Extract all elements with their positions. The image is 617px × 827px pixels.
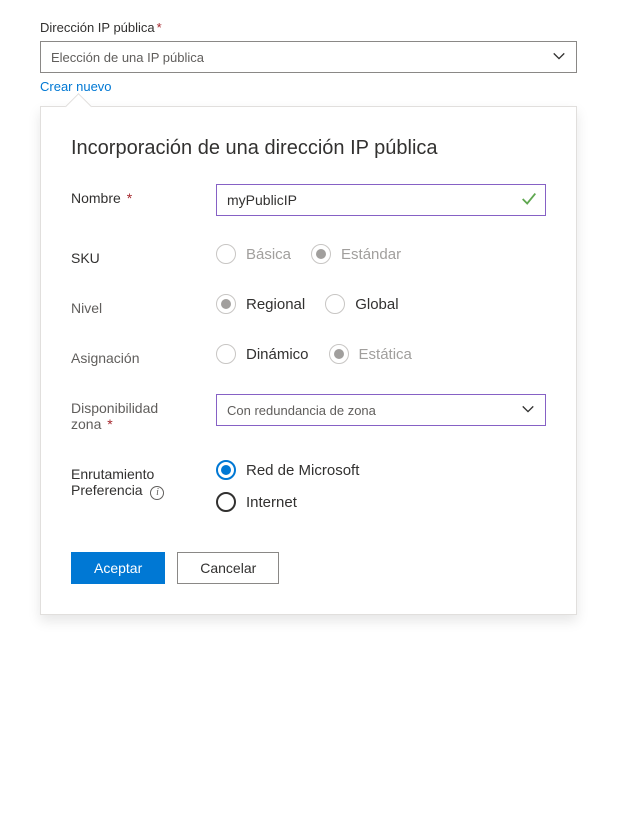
- tier-global-radio: Global: [325, 294, 398, 314]
- routing-preference-label: Enrutamiento Preferencia i: [71, 460, 216, 500]
- popover-title: Incorporación de una dirección IP públic…: [71, 137, 546, 160]
- sku-standard-label: Estándar: [341, 246, 401, 263]
- routing-internet-label: Internet: [246, 494, 297, 511]
- public-ip-field-label: Dirección IP pública*: [40, 20, 577, 35]
- ok-button[interactable]: Aceptar: [71, 552, 165, 584]
- required-asterisk: *: [127, 190, 132, 206]
- check-icon: [520, 190, 538, 211]
- sku-basic-label: Básica: [246, 246, 291, 263]
- tier-global-label: Global: [355, 296, 398, 313]
- tier-regional-radio: Regional: [216, 294, 305, 314]
- create-new-link[interactable]: Crear nuevo: [40, 79, 112, 94]
- assignment-static-label: Estática: [359, 346, 412, 363]
- radio-icon: [216, 244, 236, 264]
- radio-icon: [216, 492, 236, 512]
- availability-zone-label: Disponibilidad zona *: [71, 394, 216, 432]
- radio-icon: [325, 294, 345, 314]
- assignment-dynamic-label: Dinámico: [246, 346, 309, 363]
- tier-label: Nivel: [71, 294, 216, 316]
- public-ip-select[interactable]: Elección de una IP pública: [40, 41, 577, 73]
- availability-zone-select[interactable]: Con redundancia de zona: [216, 394, 546, 426]
- routing-microsoft-label: Red de Microsoft: [246, 462, 359, 479]
- sku-label: SKU: [71, 244, 216, 266]
- name-input[interactable]: [216, 184, 546, 216]
- radio-icon: [216, 460, 236, 480]
- sku-standard-radio: Estándar: [311, 244, 401, 264]
- assignment-dynamic-radio: Dinámico: [216, 344, 309, 364]
- required-asterisk: *: [107, 416, 112, 432]
- name-label: Nombre *: [71, 184, 216, 206]
- chevron-down-icon: [552, 49, 566, 66]
- routing-internet-radio[interactable]: Internet: [216, 492, 297, 512]
- assignment-label: Asignación: [71, 344, 216, 366]
- public-ip-select-placeholder: Elección de una IP pública: [51, 50, 204, 65]
- radio-icon: [216, 294, 236, 314]
- add-public-ip-popover: Incorporación de una dirección IP públic…: [40, 106, 577, 615]
- sku-basic-radio: Básica: [216, 244, 291, 264]
- required-asterisk: *: [157, 20, 162, 35]
- chevron-down-icon: [521, 402, 535, 419]
- availability-zone-value: Con redundancia de zona: [227, 403, 376, 418]
- routing-microsoft-radio[interactable]: Red de Microsoft: [216, 460, 359, 480]
- radio-icon: [329, 344, 349, 364]
- radio-icon: [311, 244, 331, 264]
- cancel-button[interactable]: Cancelar: [177, 552, 279, 584]
- assignment-static-radio: Estática: [329, 344, 412, 364]
- info-icon[interactable]: i: [150, 486, 164, 500]
- tier-regional-label: Regional: [246, 296, 305, 313]
- radio-icon: [216, 344, 236, 364]
